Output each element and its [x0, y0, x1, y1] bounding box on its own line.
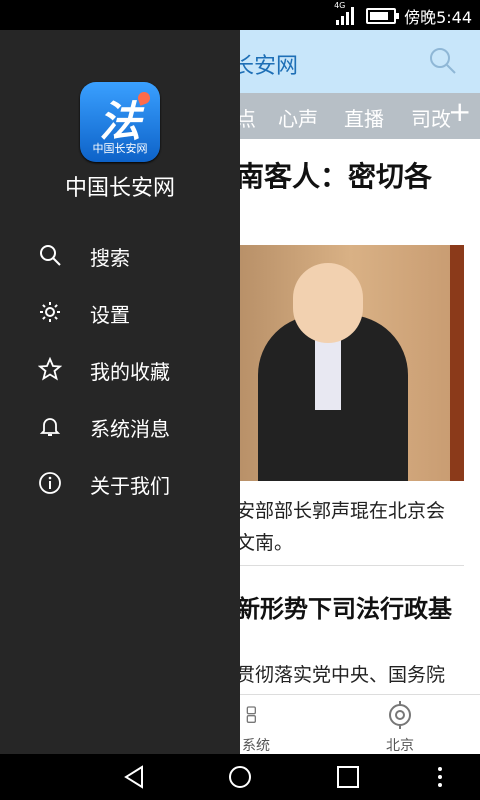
more-icon[interactable]: [425, 762, 455, 792]
news-summary: 贯彻落实党中央、国务院: [236, 659, 466, 691]
app-logo: 法 中国长安网: [80, 82, 160, 162]
menu-item-label: 搜索: [90, 246, 130, 270]
tab-item[interactable]: 心声: [278, 103, 318, 132]
caption-line: 安部部长郭声琨在北京会: [236, 500, 446, 522]
back-icon[interactable]: [120, 762, 150, 792]
bottom-nav-item[interactable]: 北京: [380, 701, 420, 755]
menu-item-label: 设置: [90, 303, 130, 327]
menu-item-search[interactable]: 搜索: [0, 231, 240, 279]
drawer-title: 中国长安网: [64, 176, 175, 201]
gear-icon: [40, 302, 60, 322]
news-photo[interactable]: [238, 245, 464, 481]
bottom-nav-label: 系统: [242, 738, 270, 754]
divider: [236, 565, 464, 566]
add-tab-icon[interactable]: +: [448, 98, 474, 126]
menu-item-label: 关于我们: [90, 474, 170, 498]
tab-item[interactable]: 直播: [344, 103, 384, 132]
tab-item[interactable]: 司改: [411, 103, 451, 132]
bottom-nav-item[interactable]: 系统: [238, 701, 274, 755]
info-icon: [39, 472, 61, 494]
news-headline[interactable]: 新形势下司法行政基: [236, 589, 452, 624]
caption-line: 文南。: [236, 532, 294, 554]
network-type: 4G: [334, 1, 346, 10]
recents-icon[interactable]: [333, 762, 363, 792]
menu-item-label: 我的收藏: [90, 360, 170, 384]
system-nav-bar: [0, 754, 480, 800]
navigation-drawer: 法 中国长安网 中国长安网 搜索 设置 我的收藏 系统消息 关于我们: [0, 30, 240, 754]
battery-icon: [366, 8, 400, 24]
logo-caption: 中国长安网: [92, 142, 148, 155]
menu-item-about[interactable]: 关于我们: [0, 459, 240, 507]
search-icon[interactable]: [428, 46, 458, 76]
status-time: 傍晚5:44: [404, 8, 472, 27]
status-bar: 4G 傍晚5:44: [0, 0, 480, 30]
bottom-nav-label: 北京: [386, 738, 414, 754]
location-target-icon: [389, 701, 411, 729]
menu-item-settings[interactable]: 设置: [0, 288, 240, 336]
menu-item-favorites[interactable]: 我的收藏: [0, 345, 240, 393]
signal-icon: 4G: [334, 1, 358, 25]
star-icon: [38, 357, 62, 381]
home-icon[interactable]: [225, 762, 255, 792]
news-headline[interactable]: 南客人：密切各: [236, 155, 432, 195]
bell-icon: [39, 418, 61, 436]
search-icon: [40, 245, 61, 266]
grid-icon: [246, 706, 256, 723]
summary-line: 贯彻落实党中央、国务院: [236, 664, 446, 686]
news-caption: 安部部长郭声琨在北京会 文南。: [236, 495, 466, 559]
menu-item-label: 系统消息: [90, 417, 170, 441]
menu-item-messages[interactable]: 系统消息: [0, 402, 240, 450]
